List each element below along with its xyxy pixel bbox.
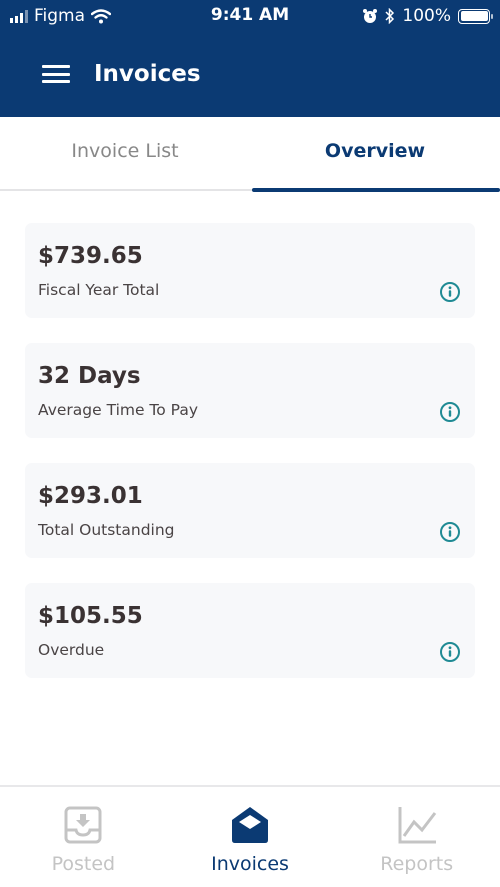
info-icon[interactable] [439, 401, 461, 423]
stat-card-total-outstanding: $293.01 Total Outstanding [25, 463, 475, 558]
header: Figma 9:41 AM 100% Invoices [0, 0, 500, 117]
stat-label: Average Time To Pay [38, 401, 199, 419]
stat-label: Overdue [38, 641, 105, 659]
stat-card-overdue: $105.55 Overdue [25, 583, 475, 678]
overview-cards: $739.65 Fiscal Year Total 32 Days Averag… [25, 223, 475, 703]
inbox-download-icon [64, 806, 102, 844]
battery-icon [458, 8, 493, 24]
nav-label: Reports [380, 853, 454, 875]
tab-bar: Invoice List Overview [0, 117, 500, 192]
nav-item-posted[interactable]: Posted [0, 787, 167, 887]
stat-value: $293.01 [38, 483, 143, 509]
nav-label: Invoices [211, 853, 289, 875]
alarm-icon [363, 9, 378, 23]
bottom-nav: Posted Invoices Reports [0, 785, 500, 887]
nav-item-invoices[interactable]: Invoices [167, 787, 334, 887]
app-bar: Invoices [0, 50, 500, 98]
hamburger-menu-icon[interactable] [42, 62, 70, 86]
page-title: Invoices [94, 61, 201, 87]
bluetooth-icon [385, 8, 395, 24]
open-envelope-icon [232, 807, 268, 843]
battery-percent: 100% [402, 6, 451, 26]
info-icon[interactable] [439, 521, 461, 543]
line-chart-icon [398, 807, 436, 844]
nav-label: Posted [51, 853, 116, 875]
info-icon[interactable] [439, 281, 461, 303]
stat-label: Fiscal Year Total [38, 281, 160, 299]
tab-overview[interactable]: Overview [250, 117, 500, 192]
status-right: 100% [362, 6, 493, 26]
stat-label: Total Outstanding [38, 521, 175, 539]
stat-value: $739.65 [38, 243, 143, 269]
info-icon[interactable] [439, 641, 461, 663]
nav-item-reports[interactable]: Reports [333, 787, 500, 887]
stat-card-fiscal-year-total: $739.65 Fiscal Year Total [25, 223, 475, 318]
stat-value: $105.55 [38, 603, 143, 629]
tab-invoice-list[interactable]: Invoice List [0, 117, 250, 189]
stat-value: 32 Days [38, 363, 141, 389]
stat-card-average-time-to-pay: 32 Days Average Time To Pay [25, 343, 475, 438]
status-bar: Figma 9:41 AM 100% [0, 0, 500, 34]
